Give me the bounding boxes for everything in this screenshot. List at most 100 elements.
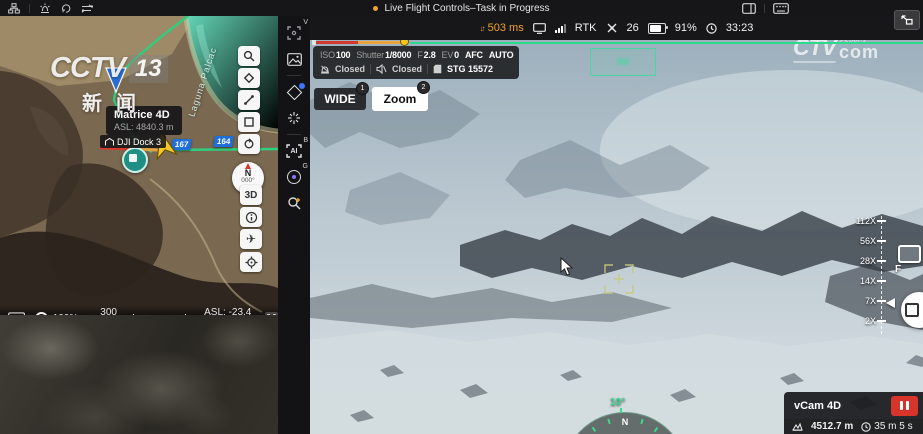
map-3d-button[interactable]: 3D: [240, 185, 262, 205]
gimbal-pitch-tick: [620, 408, 622, 413]
popout-arrow-icon: [901, 15, 913, 25]
telemetry-bar: ↓↑ 503 ms RTK 26 91% 33:23: [310, 16, 923, 40]
zoom-ladder[interactable]: 112X 56X 28X 14X 7X 2X: [846, 212, 906, 342]
watermark-domain: com: [839, 43, 879, 61]
gimbal-pitch-label: 10°: [610, 397, 625, 408]
ladder-tick: [877, 260, 886, 262]
media-library-button[interactable]: [278, 46, 310, 72]
expand-corners-icon: [267, 314, 276, 316]
map-area-button[interactable]: [238, 112, 260, 132]
map-orbit-button[interactable]: [238, 134, 260, 154]
map-locate-button[interactable]: [240, 252, 262, 272]
channel-subtitle: 新闻: [82, 87, 168, 116]
metering-crosshair: [604, 264, 634, 294]
latency-group: ↓↑ 503 ms: [480, 22, 524, 34]
map-search-button[interactable]: [238, 46, 260, 66]
pause-button[interactable]: [891, 396, 918, 416]
ev-label: EV: [442, 50, 454, 60]
map-scale-label: 300 m: [100, 307, 126, 315]
wide-lens-label: WIDE: [324, 92, 355, 106]
drone-altitude: ASL: 4840.3 m: [114, 122, 174, 132]
area-square-icon: [243, 116, 255, 128]
accessory-row: Closed Closed STG 15572: [320, 64, 512, 74]
map-expand-button[interactable]: [265, 312, 278, 315]
zoom-level-label[interactable]: 14X: [846, 276, 876, 286]
capture-glyph: [905, 303, 919, 317]
satellite-icon: [606, 22, 618, 34]
map-zoom-ring-icon[interactable]: [35, 312, 48, 316]
camera-settings-panel[interactable]: ISO100 Shutter1/8000 F2.8 EV0 AFC AUTO C…: [313, 46, 519, 79]
waypoint-diamond-icon: [243, 72, 255, 84]
channel-logo: CCTV 13 新闻: [50, 52, 168, 116]
shutter-value: 1/8000: [385, 50, 411, 60]
compass-needle-north: [245, 163, 251, 169]
map-scale-bar: [133, 314, 186, 315]
divider: [427, 64, 428, 74]
storage-card-icon: [433, 64, 442, 74]
ladder-tick: [877, 320, 886, 322]
keyboard-icon[interactable]: [8, 312, 25, 315]
flight-control-app: 167 164 Matrice 4D ASL: 4840.3 m DJI Doc…: [0, 0, 923, 434]
sparkle-icon: [287, 111, 301, 125]
spotlight-tool-button[interactable]: [278, 105, 310, 131]
dock-map-marker[interactable]: [122, 147, 148, 173]
zoom-level-label[interactable]: 56X: [846, 236, 876, 246]
clock-icon: [861, 422, 871, 432]
battery-percent: 91%: [675, 22, 697, 34]
focus-mode: AFC: [465, 50, 483, 60]
measure-icon: [243, 94, 255, 106]
ai-shortcut-badge: B: [303, 137, 308, 144]
hud-tick: [592, 427, 596, 432]
vcam-title: vCam 4D: [794, 400, 841, 412]
channel-brand: CCTV: [50, 52, 125, 85]
speaker-state: Closed: [392, 64, 422, 74]
divider: [370, 64, 371, 74]
ladder-tick: [877, 240, 886, 242]
track-shortcut-badge: G: [303, 163, 308, 170]
storage-value: STG 15572: [447, 64, 493, 74]
zoom-level-label[interactable]: 112X: [846, 216, 876, 226]
view-expand-button[interactable]: V: [278, 20, 310, 46]
dock-label-pill: DJI Dock 3: [100, 135, 166, 148]
beacon-state: Closed: [335, 64, 365, 74]
map-aircraft-button[interactable]: ✈: [240, 229, 262, 249]
iso-label: ISO: [320, 50, 335, 60]
keyboard-icon[interactable]: [773, 3, 789, 14]
tool-divider: [287, 134, 301, 135]
map-waypoint-button[interactable]: [238, 68, 260, 88]
altitude-icon: [792, 422, 803, 431]
waypoint-tool-button[interactable]: [278, 79, 310, 105]
zoom-level-label[interactable]: 28X: [846, 256, 876, 266]
ai-detect-button[interactable]: AI B: [278, 138, 310, 164]
pip-window-button[interactable]: [898, 245, 921, 263]
mission-timeline[interactable]: [310, 40, 923, 45]
target-circle-icon: [287, 170, 301, 184]
popout-window-button[interactable]: [894, 10, 920, 30]
exposure-row: ISO100 Shutter1/8000 F2.8 EV0 AFC AUTO: [320, 50, 512, 60]
rtk-label: RTK: [575, 22, 597, 34]
dock-camera-feed[interactable]: [0, 315, 278, 434]
waypoint-flag[interactable]: 164: [213, 136, 234, 147]
ladder-tick: [877, 300, 886, 302]
dock-icon: [105, 138, 114, 146]
panel-layout-icon[interactable]: [742, 3, 756, 14]
exposure-mode: AUTO: [489, 50, 514, 60]
map-panel[interactable]: 167 164 Matrice 4D ASL: 4840.3 m DJI Doc…: [0, 16, 278, 315]
timeline-segment-orange: [358, 41, 404, 44]
signal-bars-icon: [555, 24, 566, 33]
shutter-label: Shutter: [356, 50, 384, 60]
tool-column: V AI B G: [278, 16, 310, 434]
map-info-button[interactable]: [240, 207, 262, 227]
magnifier-plus-icon: [287, 196, 302, 211]
info-icon: [245, 211, 258, 224]
flight-duration: 35 m 5 s: [874, 421, 912, 432]
zoom-search-button[interactable]: [278, 190, 310, 216]
zoom-level-label[interactable]: 7X: [846, 296, 876, 306]
map-measure-button[interactable]: [238, 90, 260, 110]
latency-value: 503 ms: [488, 22, 524, 34]
zoom-pointer[interactable]: [886, 298, 895, 308]
pause-icon: [906, 401, 909, 410]
locate-icon: [245, 256, 258, 269]
zoom-level-label[interactable]: 2X: [846, 316, 876, 326]
target-track-button[interactable]: G: [278, 164, 310, 190]
